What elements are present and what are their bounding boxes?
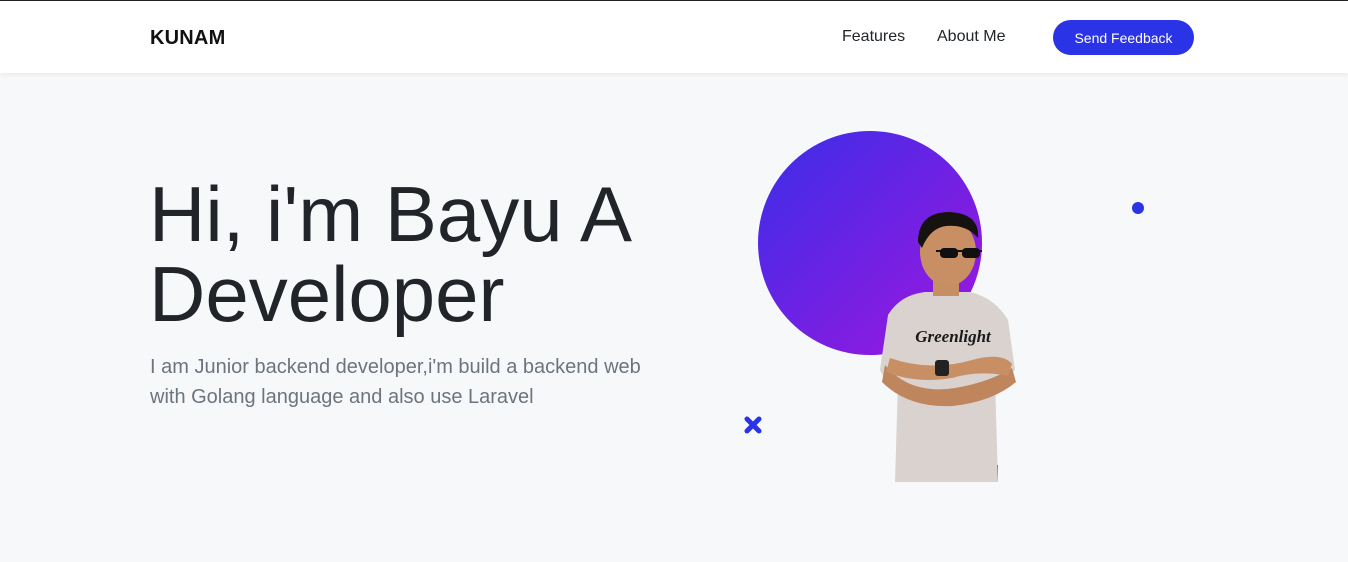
hero-illustration: Greenlight — [744, 131, 1144, 482]
hero-title-line-1: Hi, i'm Bayu A — [149, 170, 633, 258]
send-feedback-button[interactable]: Send Feedback — [1053, 20, 1194, 55]
shirt-text: Greenlight — [915, 327, 992, 346]
hero-description: I am Junior backend developer,i'm build … — [150, 356, 641, 408]
hero-title: Hi, i'm Bayu A Developer — [149, 174, 632, 334]
nav-link-about-me[interactable]: About Me — [937, 28, 1005, 46]
dot-icon — [1132, 202, 1144, 214]
cross-icon — [744, 416, 762, 434]
navbar: KUNAM Features About Me Send Feedback — [0, 1, 1348, 73]
hero-title-line-2: Developer — [149, 250, 505, 338]
brand-logo[interactable]: KUNAM — [150, 27, 225, 50]
nav-link-features[interactable]: Features — [842, 28, 905, 46]
